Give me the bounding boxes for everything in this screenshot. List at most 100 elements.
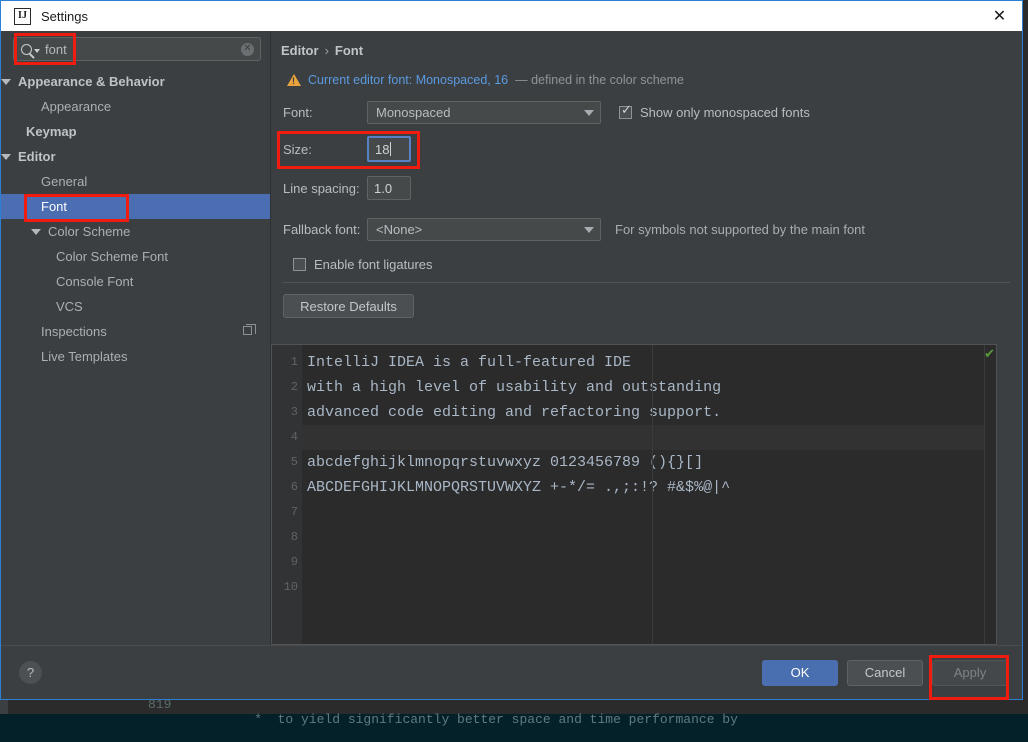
- sidebar-item-editor[interactable]: Editor: [1, 144, 270, 169]
- font-family-select[interactable]: Monospaced: [367, 101, 601, 124]
- line-spacing-value: 1.0: [374, 180, 393, 196]
- preview-line-number: 1: [290, 355, 298, 369]
- breadcrumb-separator-icon: ›: [324, 43, 329, 58]
- dialog-body: font ✕ Appearance & Behavior Appearance Ke…: [1, 31, 1022, 645]
- sidebar-item-label: General: [41, 174, 88, 189]
- preview-gutter: 1 2 3 4 5 6 7 8 9 10: [272, 345, 302, 644]
- preview-code-line: ABCDEFGHIJKLMNOPQRSTUVWXYZ +-*/= .,;:!? …: [307, 479, 731, 496]
- search-icon: [21, 43, 32, 55]
- sidebar-item-console-font[interactable]: Console Font: [1, 269, 270, 294]
- preview-right-margin-guide: [652, 345, 653, 644]
- settings-sidebar: font ✕ Appearance & Behavior Appearance Ke…: [1, 31, 271, 645]
- sidebar-item-appearance[interactable]: Appearance: [1, 94, 270, 119]
- ok-check-icon: ✔: [984, 347, 995, 362]
- preview-code-line: [302, 500, 984, 525]
- sidebar-item-label: Inspections: [41, 324, 107, 339]
- size-row: Size: 18: [283, 136, 1022, 162]
- preview-code-line: IntelliJ IDEA is a full-featured IDE: [307, 354, 632, 371]
- text-caret: [390, 142, 392, 156]
- sidebar-item-color-scheme-font[interactable]: Color Scheme Font: [1, 244, 270, 269]
- ligatures-row: Enable font ligatures: [283, 257, 1022, 272]
- ok-button[interactable]: OK: [762, 659, 838, 686]
- intellij-idea-icon: IJ: [14, 7, 31, 25]
- sidebar-item-label: Appearance: [41, 99, 112, 114]
- preview-line-number: 4: [290, 430, 298, 444]
- font-family-value: Monospaced: [376, 105, 451, 120]
- preview-code-line: with a high level of usability and outst…: [307, 379, 722, 396]
- preview-code-line: [302, 550, 984, 575]
- line-spacing-input[interactable]: 1.0: [367, 176, 411, 200]
- sidebar-item-label: Live Templates: [41, 349, 128, 364]
- fallback-font-value: <None>: [376, 222, 423, 237]
- fallback-font-select[interactable]: <None>: [367, 218, 601, 241]
- sidebar-item-general[interactable]: General: [1, 169, 270, 194]
- size-label: Size:: [283, 141, 312, 157]
- chevron-down-icon[interactable]: [34, 49, 40, 53]
- sidebar-item-label: Appearance & Behavior: [18, 74, 165, 89]
- font-size-input[interactable]: 18: [367, 136, 411, 162]
- dialog-titlebar: IJ Settings ✕: [1, 1, 1022, 31]
- fallback-font-note: For symbols not supported by the main fo…: [615, 222, 866, 237]
- current-font-link[interactable]: Current editor font: Monospaced, 16: [308, 73, 508, 87]
- search-input-value: font: [45, 41, 67, 57]
- cancel-button[interactable]: Cancel: [847, 659, 923, 686]
- copy-icon[interactable]: [243, 324, 256, 335]
- preview-marker-strip[interactable]: ✔: [984, 345, 996, 644]
- sidebar-item-live-templates[interactable]: Live Templates: [1, 344, 270, 369]
- sidebar-item-inspections[interactable]: Inspections: [1, 319, 270, 344]
- sidebar-item-label: VCS: [56, 299, 83, 314]
- sidebar-item-color-scheme[interactable]: Color Scheme: [1, 219, 270, 244]
- preview-code-line: advanced code editing and refactoring su…: [307, 404, 722, 421]
- sidebar-item-keymap[interactable]: Keymap: [1, 119, 270, 144]
- sidebar-item-label: Console Font: [56, 274, 134, 289]
- preview-code-line: [302, 525, 984, 550]
- sidebar-item-vcs[interactable]: VCS: [1, 294, 270, 319]
- font-form: Font: Monospaced Show only monospaced fo…: [271, 87, 1022, 272]
- show-monospaced-checkbox[interactable]: Show only monospaced fonts: [619, 104, 810, 120]
- breadcrumb-root[interactable]: Editor: [281, 43, 319, 58]
- help-button[interactable]: ?: [19, 661, 42, 684]
- preview-line-number: 9: [290, 555, 298, 569]
- font-size-value: 18: [375, 141, 390, 157]
- section-divider: [283, 282, 1010, 283]
- fallback-font-row: Fallback font: <None> For symbols not su…: [283, 218, 1022, 241]
- sidebar-item-font[interactable]: Font: [1, 194, 270, 219]
- preview-line-number: 2: [290, 380, 298, 394]
- current-font-note: — defined in the color scheme: [515, 73, 684, 87]
- chevron-down-icon[interactable]: [31, 228, 41, 235]
- chevron-down-icon[interactable]: [1, 78, 11, 85]
- fallback-font-label: Fallback font:: [283, 222, 361, 237]
- chevron-down-icon: [584, 109, 594, 116]
- preview-container: 1 2 3 4 5 6 7 8 9 10 IntelliJ IDEA is a full-feat…: [271, 318, 1022, 645]
- font-preview-editor[interactable]: 1 2 3 4 5 6 7 8 9 10 IntelliJ IDEA is a full-feat…: [271, 344, 997, 645]
- preview-code: IntelliJ IDEA is a full-featured IDE with…: [302, 345, 984, 644]
- sidebar-item-label: Editor: [18, 149, 56, 164]
- font-settings-panel: Editor › Font Current editor font: Monos…: [271, 31, 1022, 645]
- search-input[interactable]: font ✕: [13, 37, 261, 61]
- sidebar-item-label: Color Scheme: [48, 224, 131, 239]
- settings-tree: Appearance & Behavior Appearance Keymap Edi…: [1, 66, 270, 645]
- chevron-down-icon[interactable]: [1, 153, 11, 160]
- preview-line-number: 3: [290, 405, 298, 419]
- show-monospaced-label: Show only monospaced fonts: [640, 105, 810, 120]
- sidebar-item-appearance-behavior[interactable]: Appearance & Behavior: [1, 69, 270, 94]
- preview-code-line: [302, 575, 984, 600]
- restore-defaults-button[interactable]: Restore Defaults: [283, 294, 414, 318]
- apply-button[interactable]: Apply: [932, 659, 1008, 686]
- preview-line-number: 10: [283, 580, 298, 594]
- preview-line-number: 5: [290, 455, 298, 469]
- sidebar-item-label: Color Scheme Font: [56, 249, 168, 264]
- preview-line-number: 7: [290, 505, 298, 519]
- checkbox-icon: [619, 104, 632, 119]
- close-icon[interactable]: ✕: [977, 1, 1022, 31]
- preview-line-number: 6: [290, 480, 298, 494]
- breadcrumb: Editor › Font: [271, 31, 1022, 58]
- line-spacing-row: Line spacing: 1.0: [283, 176, 1022, 200]
- font-row: Font: Monospaced Show only monospaced fo…: [283, 101, 1022, 124]
- clear-icon[interactable]: ✕: [241, 42, 254, 56]
- sidebar-item-label: Keymap: [26, 124, 77, 139]
- font-label: Font:: [283, 105, 313, 120]
- search-container: font ✕: [1, 31, 270, 66]
- sidebar-item-label: Font: [41, 199, 68, 214]
- ligatures-checkbox[interactable]: Enable font ligatures: [293, 257, 433, 272]
